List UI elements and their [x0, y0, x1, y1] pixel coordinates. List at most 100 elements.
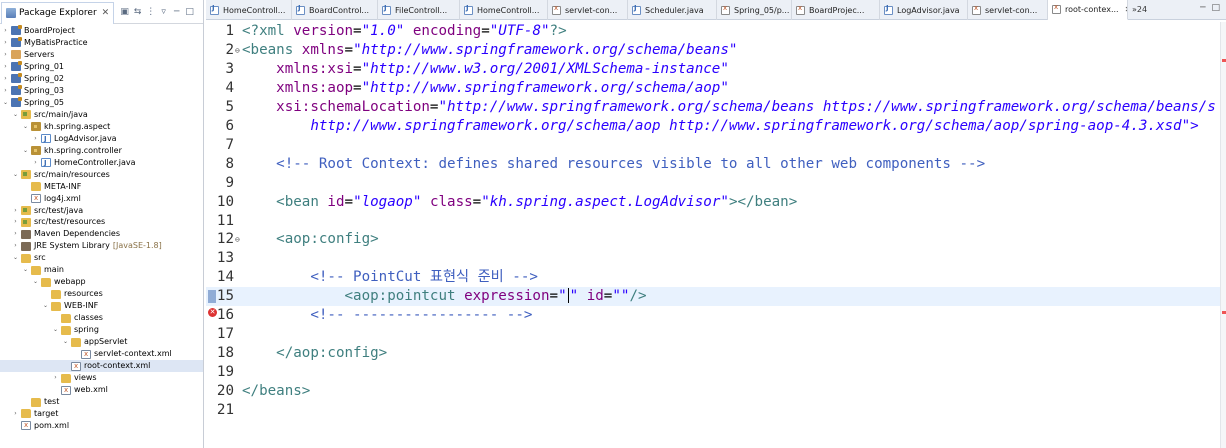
tree-item[interactable]: servlet-context.xml	[0, 348, 203, 360]
expand-arrow-icon[interactable]: ›	[2, 25, 9, 37]
expand-arrow-icon[interactable]: ›	[2, 49, 9, 61]
tree-item[interactable]: › HomeController.java	[0, 157, 203, 169]
expand-arrow-icon[interactable]: ›	[52, 372, 59, 384]
code-line[interactable]: 7	[206, 136, 1226, 155]
expand-arrow-icon[interactable]: ›	[2, 85, 9, 97]
editor-tab[interactable]: LogAdvisor.java	[880, 0, 968, 20]
explorer-toolbar-button[interactable]: ⇆	[133, 7, 142, 17]
tree-item[interactable]: › target	[0, 408, 203, 420]
explorer-toolbar-button[interactable]: □	[185, 7, 194, 17]
expand-arrow-icon[interactable]: ⌄	[22, 121, 29, 133]
tree-item[interactable]: ⌄ kh.spring.controller	[0, 145, 203, 157]
code-line[interactable]: 5 xsi:schemaLocation="http://www.springf…	[206, 98, 1226, 117]
code-line[interactable]: 6 http://www.springframework.org/schema/…	[206, 117, 1226, 136]
expand-arrow-icon[interactable]: ›	[12, 240, 19, 252]
tree-item[interactable]: ⌄ src/main/java	[0, 109, 203, 121]
editor-tab[interactable]: Scheduler.java	[628, 0, 717, 20]
editor-tab[interactable]: servlet-con...	[968, 0, 1048, 20]
explorer-toolbar-button[interactable]: ─	[172, 7, 181, 17]
code-line[interactable]: 14 <!-- PointCut 표현식 준비 -->	[206, 268, 1226, 287]
editor-tab[interactable]: root-contex...✕	[1048, 0, 1128, 20]
expand-arrow-icon[interactable]: ⌄	[62, 336, 69, 348]
expand-arrow-icon[interactable]: ›	[2, 37, 9, 49]
code-line[interactable]: 11	[206, 212, 1226, 231]
code-line[interactable]: 8 <!-- Root Context: defines shared reso…	[206, 155, 1226, 174]
expand-arrow-icon[interactable]: ⌄	[12, 109, 19, 121]
explorer-toolbar-button[interactable]: ⋮	[146, 7, 155, 17]
explorer-toolbar-button[interactable]: ▿	[159, 7, 168, 17]
code-line[interactable]: 13	[206, 249, 1226, 268]
tree-item[interactable]: › LogAdvisor.java	[0, 133, 203, 145]
tree-item[interactable]: › Servers	[0, 49, 203, 61]
expand-arrow-icon[interactable]: ⌄	[32, 276, 39, 288]
code-line[interactable]: 2 ⊖ <beans xmlns="http://www.springframewo…	[206, 41, 1226, 60]
bookmark-marker-icon[interactable]	[208, 290, 216, 304]
tree-item[interactable]: › Spring_03	[0, 85, 203, 97]
code-editor[interactable]: 1 <?xml version="1.0" encoding="UTF-8"?> 2…	[206, 22, 1226, 448]
tree-item[interactable]: › views	[0, 372, 203, 384]
expand-arrow-icon[interactable]: ›	[2, 73, 9, 85]
tree-item[interactable]: META-INF	[0, 181, 203, 193]
code-line[interactable]: 16 ✕ <!-- ----------------- -->	[206, 306, 1226, 325]
editor-tab[interactable]: servlet-con...	[548, 0, 628, 20]
editor-tab[interactable]: HomeControll...	[206, 0, 292, 20]
tree-item[interactable]: ⌄ src/main/resources	[0, 169, 203, 181]
tab-overflow-button[interactable]: »24	[1128, 0, 1151, 19]
overview-ruler[interactable]	[1220, 22, 1226, 448]
fold-toggle-icon[interactable]: ⊖	[235, 230, 240, 249]
tree-item[interactable]: ⌄ main	[0, 264, 203, 276]
tree-item[interactable]: › JRE System Library [JavaSE-1.8]	[0, 240, 203, 252]
tree-item[interactable]: log4j.xml	[0, 192, 203, 205]
expand-arrow-icon[interactable]: ⌄	[12, 252, 19, 264]
error-marker[interactable]	[1222, 59, 1226, 62]
tree-item[interactable]: › Maven Dependencies	[0, 228, 203, 240]
code-line[interactable]: 20 </beans>	[206, 382, 1226, 401]
tree-item[interactable]: › src/test/resources	[0, 217, 203, 229]
editor-tab[interactable]: BoardControl...	[292, 0, 378, 20]
code-line[interactable]: 3 xmlns:xsi="http://www.w3.org/2001/XMLS…	[206, 60, 1226, 79]
code-line[interactable]: 19	[206, 363, 1226, 382]
tree-item[interactable]: › Spring_01	[0, 61, 203, 73]
tree-item[interactable]: › BoardProject	[0, 25, 203, 37]
expand-arrow-icon[interactable]: ⌄	[42, 300, 49, 312]
error-marker[interactable]	[1222, 311, 1226, 314]
tree-item[interactable]: › MyBatisPractice	[0, 37, 203, 49]
tree-item[interactable]: web.xml	[0, 384, 203, 396]
code-line[interactable]: 15 <aop:pointcut expression=" " id=""/>	[206, 287, 1226, 307]
tree-item[interactable]: resources	[0, 288, 203, 300]
tree-item[interactable]: ⌄ webapp	[0, 276, 203, 288]
editor-tab[interactable]: HomeControll...	[460, 0, 548, 20]
tab-package-explorer[interactable]: Package Explorer ✕	[1, 1, 115, 24]
expand-arrow-icon[interactable]: ›	[12, 228, 19, 240]
tree-item[interactable]: ⌄ appServlet	[0, 336, 203, 348]
tree-item[interactable]: ⌄ spring	[0, 324, 203, 336]
code-line[interactable]: 10 <bean id="logaop" class="kh.spring.as…	[206, 193, 1226, 212]
expand-arrow-icon[interactable]: ›	[12, 216, 19, 228]
tree-item[interactable]: test	[0, 396, 203, 408]
fold-toggle-icon[interactable]: ⊖	[235, 41, 240, 60]
expand-arrow-icon[interactable]: ›	[32, 133, 39, 145]
expand-arrow-icon[interactable]: ⌄	[12, 169, 19, 181]
tree-item[interactable]: pom.xml	[0, 419, 203, 432]
editor-tab[interactable]: Spring_05/p...	[717, 0, 792, 20]
tree-item[interactable]: ⌄ WEB-INF	[0, 300, 203, 312]
tree-item[interactable]: › src/test/java	[0, 205, 203, 217]
window-control-button[interactable]: ─	[1200, 3, 1205, 13]
expand-arrow-icon[interactable]: ⌄	[22, 264, 29, 276]
editor-tab[interactable]: FileControll...	[378, 0, 460, 20]
expand-arrow-icon[interactable]: ›	[12, 408, 19, 420]
code-line[interactable]: 9	[206, 174, 1226, 193]
explorer-toolbar-button[interactable]: ▣	[120, 7, 129, 17]
window-control-button[interactable]: □	[1211, 3, 1220, 13]
code-line[interactable]: 4 xmlns:aop="http://www.springframework.…	[206, 79, 1226, 98]
tree-item[interactable]: ⌄ kh.spring.aspect	[0, 121, 203, 133]
tree-item[interactable]: ⌄ Spring_05	[0, 97, 203, 109]
expand-arrow-icon[interactable]: ›	[2, 61, 9, 73]
tree-item[interactable]: ⌄ src	[0, 252, 203, 264]
tree-item[interactable]: classes	[0, 312, 203, 324]
expand-arrow-icon[interactable]: ⌄	[2, 97, 9, 109]
tree-item[interactable]: root-context.xml	[0, 360, 203, 373]
close-icon[interactable]: ✕	[102, 8, 110, 18]
editor-tab[interactable]: BoardProjec...	[792, 0, 880, 20]
code-line[interactable]: 21	[206, 401, 1226, 420]
